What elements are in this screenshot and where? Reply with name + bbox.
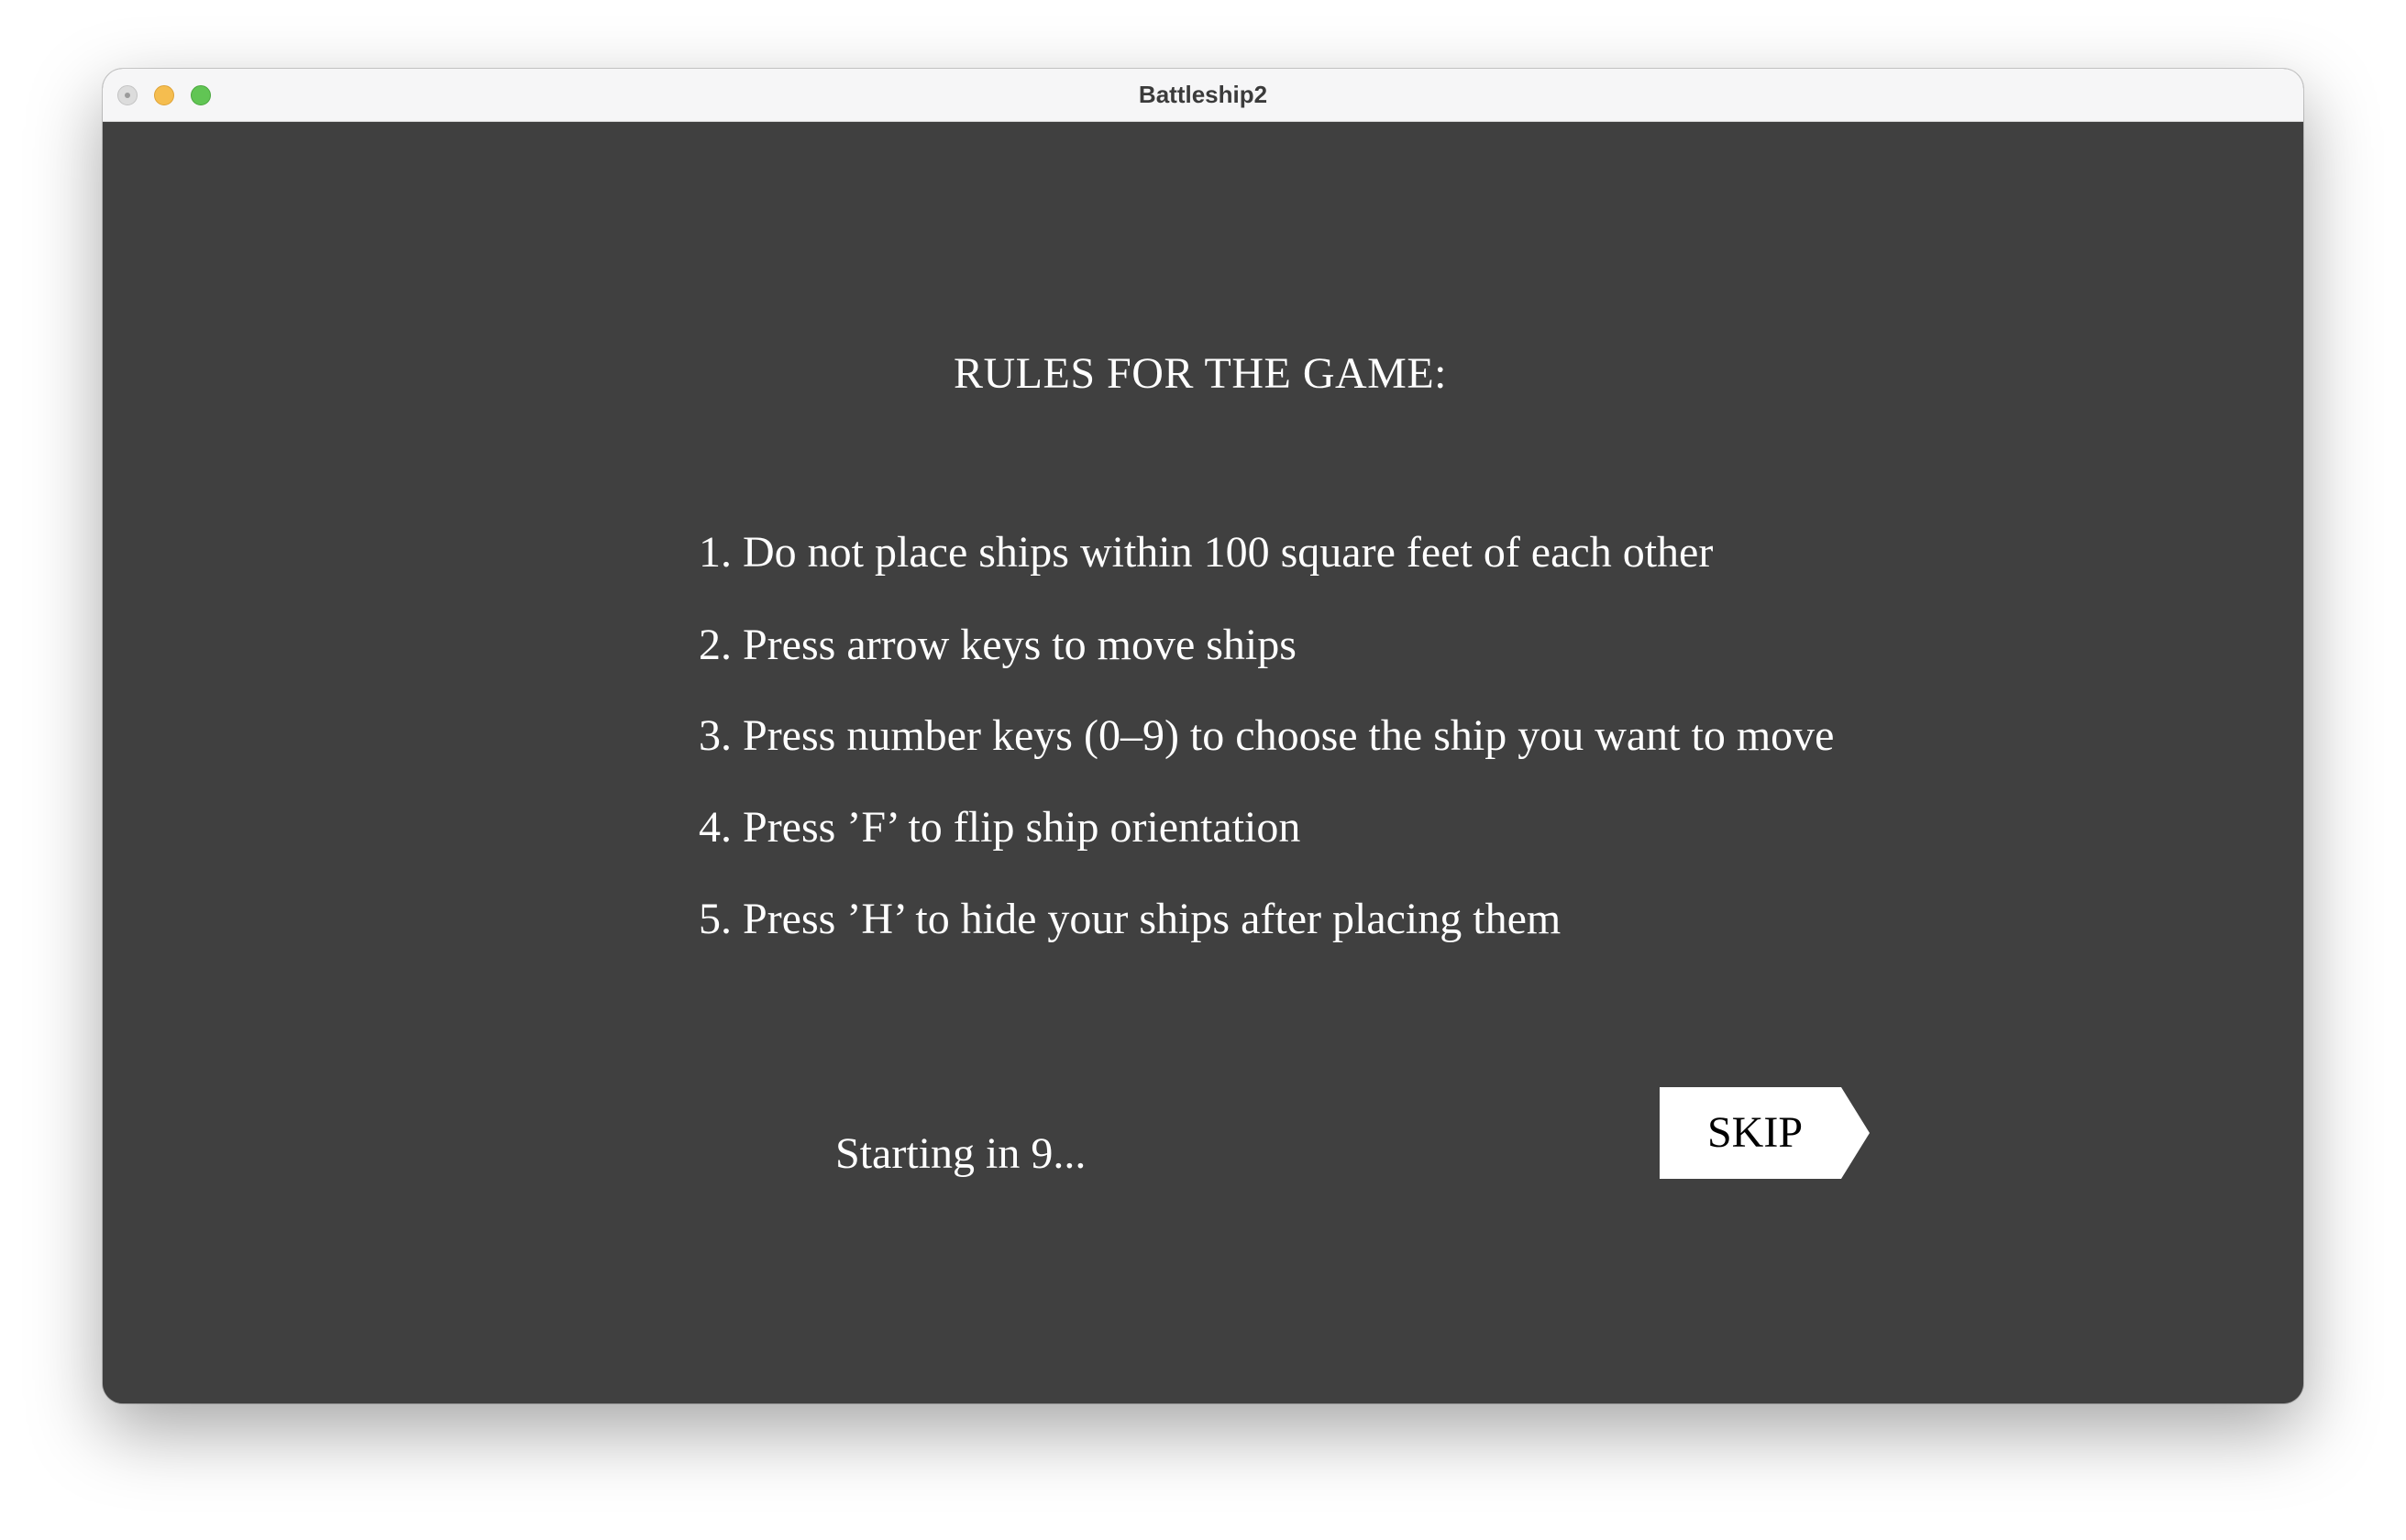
rule-item: 4. Press ’F’ to flip ship orientation [699,803,1301,852]
app-window: Battleship2 RULES FOR THE GAME: 1. Do no… [103,69,2303,1403]
rule-item: 2. Press arrow keys to move ships [699,621,1297,669]
title-bar[interactable]: Battleship2 [103,69,2303,122]
skip-button-label: SKIP [1706,1108,1804,1157]
rules-screen: RULES FOR THE GAME: 1. Do not place ship… [103,122,2303,1403]
skip-button[interactable]: SKIP [1660,1087,1872,1179]
countdown-text: Starting in 9... [835,1129,1087,1178]
rule-item: 5. Press ’H’ to hide your ships after pl… [699,895,1562,943]
rule-item: 1. Do not place ships within 100 square … [699,528,1714,577]
window-title: Battleship2 [1138,81,1268,108]
rules-heading: RULES FOR THE GAME: [954,349,1447,398]
rule-item: 3. Press number keys (0–9) to choose the… [699,711,1835,760]
